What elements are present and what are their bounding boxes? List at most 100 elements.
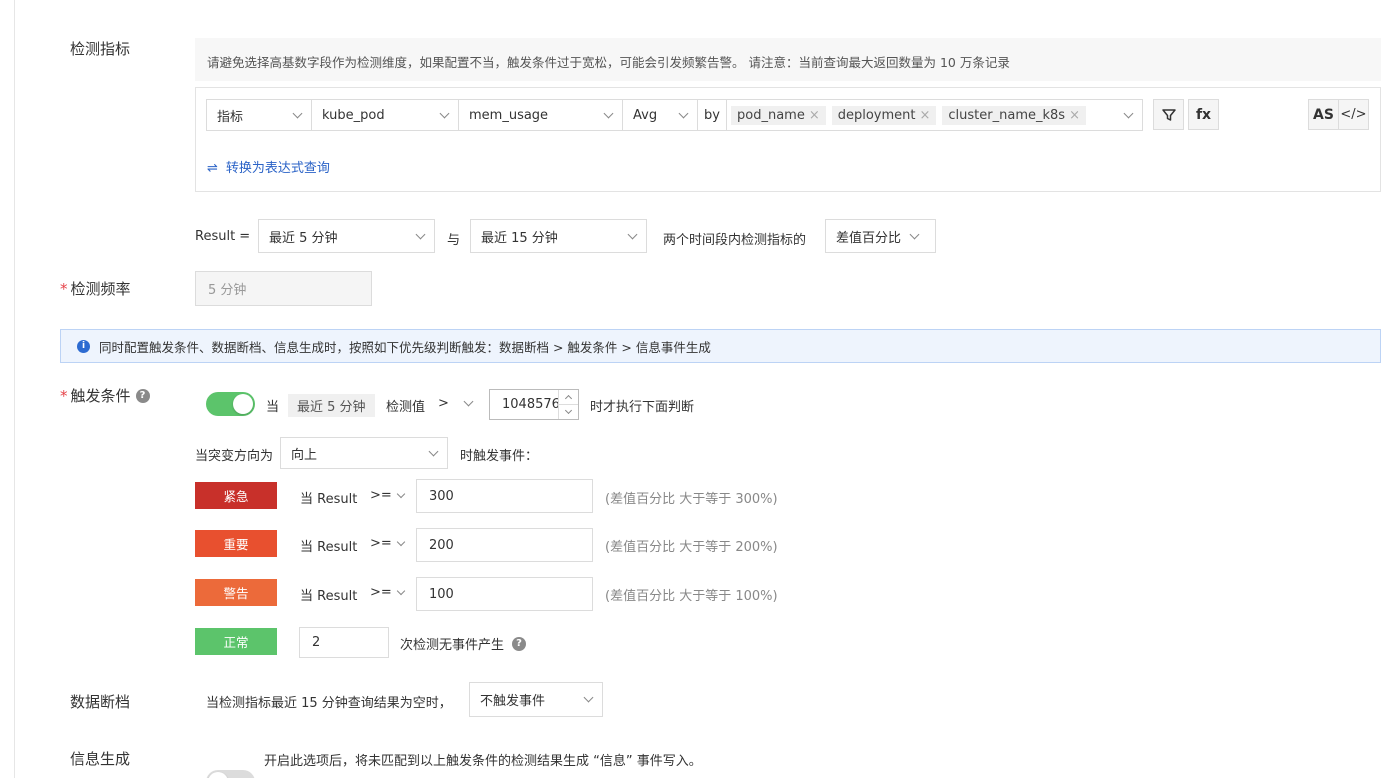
chevron-down-icon [678,108,689,118]
chevron-down-icon [396,586,406,595]
range2-value: 最近 15 分钟 [481,230,558,246]
function-button[interactable]: fx [1188,99,1219,130]
detect-value-label: 检测值 [386,400,426,415]
direction-after-text: 时触发事件： [460,449,539,464]
chevron-down-icon [292,108,303,118]
chevron-down-icon [415,229,426,239]
group-tag: cluster_name_k8s × [942,105,1086,125]
number-stepper[interactable] [558,390,578,419]
info-icon: i [77,339,90,353]
tag-remove-icon[interactable]: × [1069,108,1080,123]
level-warning-cond: 当 Result [300,589,358,604]
metric-label: 检测指标 [70,40,131,58]
filter-icon [1161,108,1176,121]
compare-mode-value: 差值百分比 [836,230,902,246]
chevron-down-icon [564,406,573,415]
nodata-label: 数据断档 [70,693,131,711]
trigger-label-text: 触发条件 [70,387,131,405]
field-value: mem_usage [469,107,549,123]
chevron-down-icon [428,446,439,456]
compare-mode-select[interactable]: 差值百分比 [825,219,936,253]
query-type-select[interactable]: 指标 [206,99,312,131]
trigger-value-input[interactable]: 1048576 [489,389,579,420]
chevron-down-icon [396,489,406,498]
frequency-label-text: 检测频率 [70,280,131,298]
tag-label: cluster_name_k8s [948,107,1066,123]
stepper-down[interactable] [559,405,578,419]
by-text: by [704,107,720,123]
toggle-knob [233,394,253,414]
chevron-down-icon [909,229,920,239]
frequency-input[interactable]: 5 分钟 [195,271,372,306]
result-prefix: Result = [195,229,251,244]
trigger-operator-value: > [438,396,449,411]
group-by-select[interactable]: pod_name × deployment × cluster_name_k8s × [726,99,1143,131]
level-critical-input[interactable]: 300 [416,479,593,513]
level-critical-op-select[interactable]: >= [370,488,406,503]
measurement-value: kube_pod [322,107,385,123]
trigger-toggle[interactable] [206,392,255,416]
tag-remove-icon[interactable]: × [809,108,820,123]
level-major-cond: 当 Result [300,540,358,555]
level-major-note: (差值百分比 大于等于 200%) [605,540,778,555]
code-button[interactable]: </> [1338,99,1369,130]
nodata-action-select[interactable]: 不触发事件 [469,682,603,717]
required-mark: * [60,386,68,405]
alias-button[interactable]: AS [1308,99,1339,130]
level-warning-badge: 警告 [195,579,277,606]
range2-select[interactable]: 最近 15 分钟 [470,219,647,253]
level-major-input[interactable]: 200 [416,528,593,562]
infogen-toggle[interactable] [206,770,255,778]
direction-value: 向上 [291,447,318,463]
group-tag: deployment × [831,105,937,125]
op-value: >= [370,585,392,600]
query-row: 指标 kube_pod mem_usage Avg by pod_name × d… [206,99,1143,131]
convert-label: 转换为表达式查询 [225,161,330,176]
trigger-when-text: 当 [266,400,280,415]
range1-select[interactable]: 最近 5 分钟 [258,219,435,253]
filter-button[interactable] [1153,99,1184,130]
direction-select[interactable]: 向上 [280,437,448,469]
level-warning-op-select[interactable]: >= [370,585,406,600]
agg-select[interactable]: Avg [622,99,698,131]
level-major-op-select[interactable]: >= [370,536,406,551]
level-warning-note: (差值百分比 大于等于 100%) [605,589,778,604]
priority-info-bar: i 同时配置触发条件、数据断档、信息生成时，按照如下优先级判断触发：数据断档 >… [60,329,1381,363]
infogen-text: 开启此选项后，将未匹配到以上触发条件的检测结果生成 “信息” 事件写入。 [264,754,702,769]
metric-hint: 请避免选择高基数字段作为检测维度，如果配置不当，触发条件过于宽松，可能会引发频繁… [195,38,1381,81]
chevron-up-icon [564,394,573,403]
left-divider [14,0,15,778]
toggle-knob [208,772,228,778]
trigger-window-tag: 最近 5 分钟 [288,394,375,417]
level-major-badge: 重要 [195,530,277,557]
level-warning-input[interactable]: 100 [416,577,593,611]
group-tag: pod_name × [731,105,826,125]
priority-info-text: 同时配置触发条件、数据断档、信息生成时，按照如下优先级判断触发：数据断档 > 触… [99,339,711,355]
tag-remove-icon[interactable]: × [920,108,931,123]
normal-text: 次检测无事件产生 ? [400,634,527,653]
op-value: >= [370,488,392,503]
trigger-label: * 触发条件 ? [60,385,150,406]
chevron-down-icon [463,396,474,407]
convert-expression-link[interactable]: ⇌ 转换为表达式查询 [207,157,330,176]
stepper-up[interactable] [559,390,578,405]
help-icon[interactable]: ? [135,388,150,403]
help-icon[interactable]: ? [512,636,527,651]
query-type-value: 指标 [217,109,244,125]
range1-value: 最近 5 分钟 [269,230,338,246]
infogen-label: 信息生成 [70,750,131,768]
agg-value: Avg [633,107,658,123]
chevron-down-icon [396,537,406,546]
measurement-select[interactable]: kube_pod [311,99,459,131]
field-select[interactable]: mem_usage [458,99,623,131]
chevron-down-icon [1123,108,1134,118]
normal-text-label: 次检测无事件产生 [400,638,505,653]
frequency-label: * 检测频率 [60,278,131,299]
tag-label: deployment [837,107,916,123]
nodata-text: 当检测指标最近 15 分钟查询结果为空时， [206,696,452,711]
normal-count-input[interactable]: 2 [299,627,389,658]
trigger-value-text: 1048576 [502,397,558,412]
trigger-operator-select[interactable]: > [438,396,474,411]
chevron-down-icon [583,692,594,703]
level-normal-badge: 正常 [195,628,277,655]
